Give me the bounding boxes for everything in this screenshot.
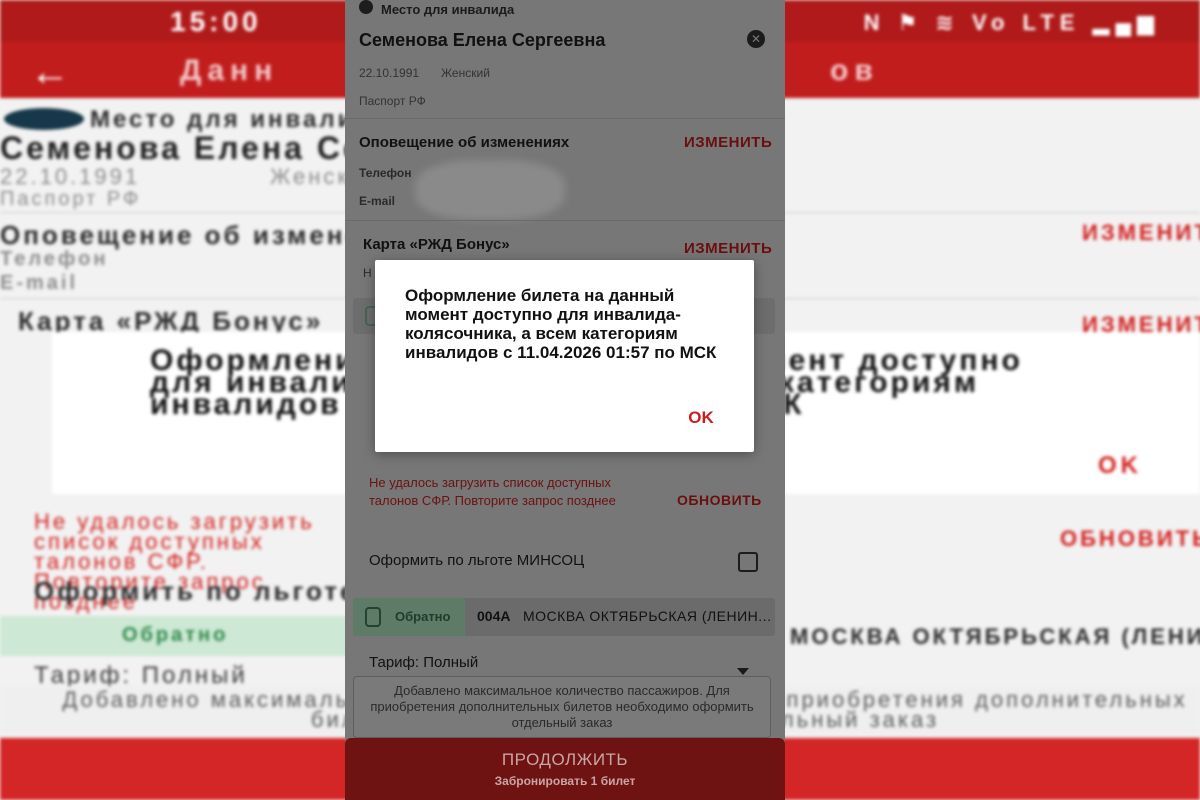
mincoc-checkbox[interactable] [738,552,758,572]
bg-notification-change: ИЗМЕНИТЬ [1082,220,1200,245]
bg-dialog-ok: OK [1098,452,1142,479]
bonus-card-change-link[interactable]: ИЗМЕНИТЬ [684,240,772,257]
availability-dialog: Оформление билета на данный момент досту… [375,260,754,452]
tariff-select[interactable]: Тариф: Полный [369,654,478,671]
station-name: МОСКВА ОКТЯБРЬСКАЯ (ЛЕНИН... [523,608,772,624]
seat-dot-icon [359,0,373,14]
train-number: 004А [477,608,511,624]
return-route-bar: Обратно 004А МОСКВА ОКТЯБРЬСКАЯ (ЛЕНИН..… [353,598,775,636]
bg-status-icons: N ⚑ ≋ Vo LTE ▂▄▆ [863,10,1160,35]
continue-sublabel: Забронировать 1 билет [494,774,636,788]
notification-title: Оповещение об изменениях [359,134,570,151]
document-type: Паспорт РФ [359,94,426,108]
email-label: E-mail [359,194,396,208]
continue-label: ПРОДОЛЖИТЬ [501,750,629,769]
bg-dot-icon [4,108,84,130]
notification-change-link[interactable]: ИЗМЕНИТЬ [684,134,772,151]
bg-app-title-left: Данн [180,54,279,87]
bg-phone-label: Телефон [0,248,109,270]
redacted-contact-blur [415,160,565,220]
max-passengers-note: Добавлено максимальное количество пассаж… [353,676,771,738]
return-tag: Обратно [395,609,451,624]
bg-clock: 15:00 [170,6,262,37]
seat-type-label: Место для инвалида [381,2,515,17]
phone-label: Телефон [359,166,412,180]
bg-arrow-left-icon: ← [30,50,70,94]
bonus-card-number-label: Н [363,266,372,280]
bg-station: МОСКВА ОКТЯБРЬСКАЯ (ЛЕНИН... [790,624,1200,649]
sfr-error-text: Не удалось загрузить список доступных та… [369,475,616,508]
gender: Женский [441,66,490,80]
bonus-card-title: Карта «РЖД Бонус» [363,236,510,253]
bg-sfr-refresh: ОБНОВИТЬ [1060,526,1200,551]
dialog-ok-button[interactable]: OK [675,404,727,432]
dialog-message: Оформление билета на данный момент досту… [405,286,717,362]
passenger-name: Семенова Елена Сергеевна [359,30,606,50]
divider [345,220,785,221]
remove-passenger-close-icon[interactable]: ✕ [747,30,765,48]
birth-date: 22.10.1991 [359,66,420,80]
divider [345,118,785,119]
continue-button[interactable]: ПРОДОЛЖИТЬ Забронировать 1 билет [345,738,785,800]
bg-return-tag: Обратно [122,624,229,646]
bg-app-title-right: ов [830,54,879,87]
chevron-down-icon [737,668,749,675]
sfr-refresh-link[interactable]: ОБНОВИТЬ [677,492,762,508]
train-icon [365,607,381,627]
mincoc-label: Оформить по льготе МИНСОЦ [369,552,585,569]
bg-document: Паспорт РФ [0,188,142,210]
bg-birth-date: 22.10.1991 [0,164,141,189]
bg-email-label: E-mail [0,272,79,294]
